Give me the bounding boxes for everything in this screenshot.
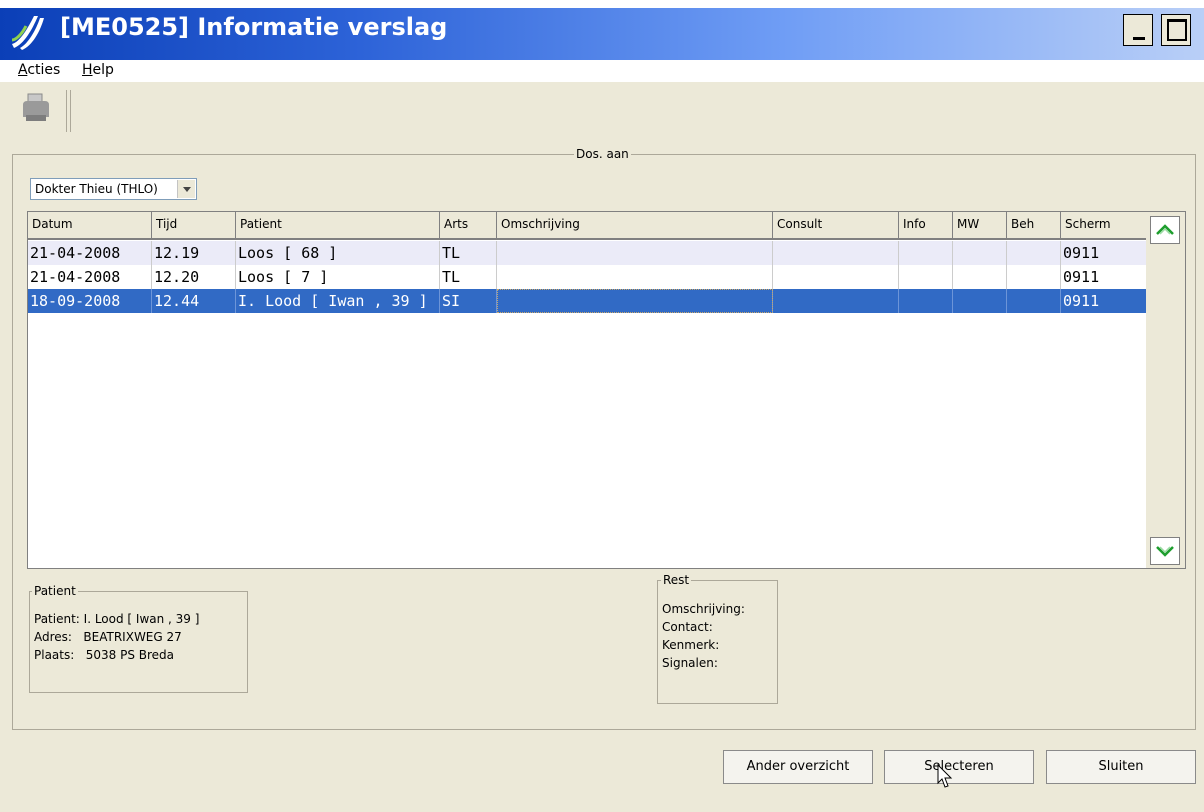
col-patient[interactable]: Patient xyxy=(236,212,440,238)
patient-row: Patient: I. Lood [ Iwan , 39 ] xyxy=(34,612,199,626)
plaats-row: Plaats: 5038 PS Breda xyxy=(34,648,174,662)
mouse-cursor-icon xyxy=(937,764,953,788)
cell-beh xyxy=(1007,265,1061,289)
doctor-select[interactable]: Dokter Thieu (THLO) xyxy=(30,178,197,200)
cell-info xyxy=(899,241,953,265)
cell-tijd: 12.44 xyxy=(152,289,236,313)
cell-info xyxy=(899,289,953,313)
cell-info xyxy=(899,265,953,289)
kenmerk-label: Kenmerk: xyxy=(662,638,720,652)
cell-mw xyxy=(953,289,1007,313)
plaats-label: Plaats: xyxy=(34,648,75,662)
top-strip xyxy=(0,0,1204,8)
cell-arts: TL xyxy=(440,265,497,289)
adres-row: Adres: BEATRIXWEG 27 xyxy=(34,630,182,644)
cell-consult xyxy=(773,265,899,289)
maximize-icon xyxy=(1167,19,1187,41)
col-omschrijving[interactable]: Omschrijving xyxy=(497,212,773,238)
cell-patient: Loos [ 68 ] xyxy=(236,241,440,265)
window-title: [ME0525] Informatie verslag xyxy=(60,13,448,41)
menu-acties-accel: A xyxy=(18,62,28,78)
sluiten-button[interactable]: Sluiten xyxy=(1046,750,1196,784)
adres-label: Adres: xyxy=(34,630,72,644)
menu-bar: Acties Help xyxy=(0,60,1204,82)
cell-omschrijving xyxy=(497,241,773,265)
maximize-button[interactable] xyxy=(1161,14,1191,46)
ander-overzicht-button[interactable]: Ander overzicht xyxy=(723,750,873,784)
menu-help[interactable]: Help xyxy=(82,62,114,78)
cell-scherm: 0911 xyxy=(1061,241,1147,265)
col-tijd[interactable]: Tijd xyxy=(152,212,236,238)
omschrijving-label: Omschrijving: xyxy=(662,602,745,616)
cell-mw xyxy=(953,265,1007,289)
cell-datum: 21-04-2008 xyxy=(28,265,152,289)
col-scherm[interactable]: Scherm xyxy=(1061,212,1147,238)
cell-arts: TL xyxy=(440,241,497,265)
menu-acties-label: cties xyxy=(27,62,61,78)
menu-help-accel: H xyxy=(82,62,93,78)
col-consult[interactable]: Consult xyxy=(773,212,899,238)
selecteren-button[interactable]: Selecteren xyxy=(884,750,1034,784)
chevron-down-icon xyxy=(1156,546,1174,557)
minimize-button[interactable] xyxy=(1123,14,1153,46)
cell-mw xyxy=(953,241,1007,265)
cell-arts: SI xyxy=(440,289,497,313)
patient-label: Patient: xyxy=(34,612,80,626)
chevron-up-icon xyxy=(1156,224,1174,235)
cell-consult xyxy=(773,241,899,265)
rest-pane-legend: Rest xyxy=(661,573,692,587)
cell-consult xyxy=(773,289,899,313)
menu-help-label: elp xyxy=(92,62,114,78)
cell-omschrijving xyxy=(497,265,773,289)
patient-value: I. Lood [ Iwan , 39 ] xyxy=(83,612,200,626)
cell-patient: I. Lood [ Iwan , 39 ] xyxy=(236,289,440,313)
report-table: Datum Tijd Patient Arts Omschrijving Con… xyxy=(27,211,1147,569)
scroll-column xyxy=(1146,211,1186,569)
group-legend: Dos. aan xyxy=(574,147,631,161)
scroll-down-button[interactable] xyxy=(1150,537,1180,565)
table-header: Datum Tijd Patient Arts Omschrijving Con… xyxy=(28,212,1147,240)
cell-scherm: 0911 xyxy=(1061,289,1147,313)
col-mw[interactable]: MW xyxy=(953,212,1007,238)
app-logo-icon xyxy=(11,16,44,50)
printer-icon[interactable] xyxy=(21,93,51,123)
chevron-down-icon[interactable] xyxy=(177,180,195,198)
toolbar xyxy=(0,82,1204,134)
cell-patient: Loos [ 7 ] xyxy=(236,265,440,289)
cell-beh xyxy=(1007,289,1061,313)
toolbar-separator xyxy=(66,90,71,132)
cell-scherm: 0911 xyxy=(1061,265,1147,289)
menu-acties[interactable]: Acties xyxy=(18,62,60,78)
adres-value: BEATRIXWEG 27 xyxy=(83,630,182,644)
cell-beh xyxy=(1007,241,1061,265)
title-bar: [ME0525] Informatie verslag xyxy=(0,0,1204,60)
doctor-select-value: Dokter Thieu (THLO) xyxy=(35,182,158,196)
cell-datum: 21-04-2008 xyxy=(28,241,152,265)
cell-datum: 18-09-2008 xyxy=(28,289,152,313)
col-datum[interactable]: Datum xyxy=(28,212,152,238)
table-row[interactable]: 21-04-2008 12.19 Loos [ 68 ] TL 0911 xyxy=(28,241,1147,265)
cell-tijd: 12.19 xyxy=(152,241,236,265)
cell-tijd: 12.20 xyxy=(152,265,236,289)
col-arts[interactable]: Arts xyxy=(440,212,497,238)
patient-pane-legend: Patient xyxy=(32,584,78,598)
col-info[interactable]: Info xyxy=(899,212,953,238)
plaats-value: 5038 PS Breda xyxy=(85,648,175,662)
cell-omschrijving xyxy=(497,289,773,313)
table-row-selected[interactable]: 18-09-2008 12.44 I. Lood [ Iwan , 39 ] S… xyxy=(28,289,1147,313)
minimize-icon xyxy=(1133,37,1145,40)
scroll-up-button[interactable] xyxy=(1150,216,1180,244)
col-beh[interactable]: Beh xyxy=(1007,212,1061,238)
table-row[interactable]: 21-04-2008 12.20 Loos [ 7 ] TL 0911 xyxy=(28,265,1147,289)
signalen-label: Signalen: xyxy=(662,656,718,670)
contact-label: Contact: xyxy=(662,620,713,634)
